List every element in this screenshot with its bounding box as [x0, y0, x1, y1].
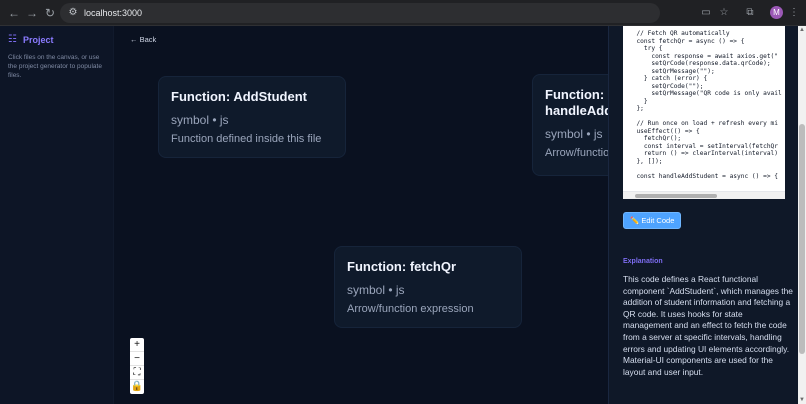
reload-icon[interactable]: ↻: [42, 5, 58, 21]
project-title: Project: [23, 35, 54, 45]
site-info-icon[interactable]: ⚙: [66, 6, 80, 20]
project-sidebar: ☷ Project Click files on the canvas, or …: [0, 26, 114, 404]
browser-toolbar: ← → ↻ ⚙ localhost:3000 ▭ ☆ ⧉ M ⋮: [0, 0, 806, 26]
node-card-fetchqr[interactable]: Function: fetchQr symbol • js Arrow/func…: [334, 246, 522, 328]
code-viewer[interactable]: // Fetch QR automatically const fetchQr …: [623, 26, 785, 199]
project-brand: ☷ Project: [8, 34, 54, 46]
project-icon: ☷: [8, 34, 17, 45]
node-meta: symbol • js: [171, 113, 229, 127]
scroll-thumb[interactable]: [635, 194, 717, 198]
extensions-icon[interactable]: ⧉: [742, 5, 758, 21]
scroll-up-icon[interactable]: ▲: [798, 26, 806, 34]
forward-arrow-icon[interactable]: →: [24, 5, 40, 21]
sidebar-hint: Click files on the canvas, or use the pr…: [8, 54, 102, 79]
address-bar[interactable]: ⚙ localhost:3000: [60, 3, 660, 23]
node-description: Arrow/function expression: [347, 303, 474, 315]
node-description: Arrow/function: [545, 147, 608, 159]
zoom-in-button[interactable]: +: [130, 338, 144, 352]
install-icon[interactable]: ▭: [698, 5, 714, 21]
node-meta: symbol • js: [347, 283, 405, 297]
zoom-controls: + − ⛶ 🔒: [130, 338, 144, 394]
code-horizontal-scrollbar[interactable]: [623, 191, 785, 199]
page-scroll-thumb[interactable]: [799, 124, 805, 354]
code-text: // Fetch QR automatically const fetchQr …: [636, 30, 782, 180]
url-text: localhost:3000: [84, 8, 143, 18]
zoom-out-button[interactable]: −: [130, 352, 144, 366]
fit-view-button[interactable]: ⛶: [130, 366, 144, 380]
code-panel: // Fetch QR automatically const fetchQr …: [608, 26, 798, 404]
graph-canvas[interactable]: ← Back Function: AddStudent symbol • js …: [114, 26, 608, 404]
avatar[interactable]: M: [770, 6, 783, 19]
back-arrow-icon[interactable]: ←: [6, 5, 22, 21]
node-card-addstudent[interactable]: Function: AddStudent symbol • js Functio…: [158, 76, 346, 158]
menu-dots-icon[interactable]: ⋮: [786, 5, 802, 21]
page-vertical-scrollbar[interactable]: ▲ ▼: [798, 26, 806, 404]
explanation-text: This code defines a React functional com…: [623, 274, 793, 377]
explanation-heading: Explanation: [623, 258, 663, 265]
node-title: Function: fetchQr: [347, 259, 457, 274]
edit-code-button[interactable]: ✏️ Edit Code: [623, 212, 682, 229]
back-button[interactable]: ← Back: [124, 32, 162, 47]
bookmark-star-icon[interactable]: ☆: [716, 5, 732, 21]
lock-button[interactable]: 🔒: [130, 380, 144, 394]
node-meta: symbol • js: [545, 127, 603, 141]
scroll-down-icon[interactable]: ▼: [798, 396, 806, 404]
node-title: Function: handleAdd: [545, 87, 608, 118]
node-title: Function: AddStudent: [171, 89, 307, 104]
node-card-handleadd[interactable]: Function: handleAdd symbol • js Arrow/fu…: [532, 74, 608, 176]
node-description: Function defined inside this file: [171, 133, 322, 145]
